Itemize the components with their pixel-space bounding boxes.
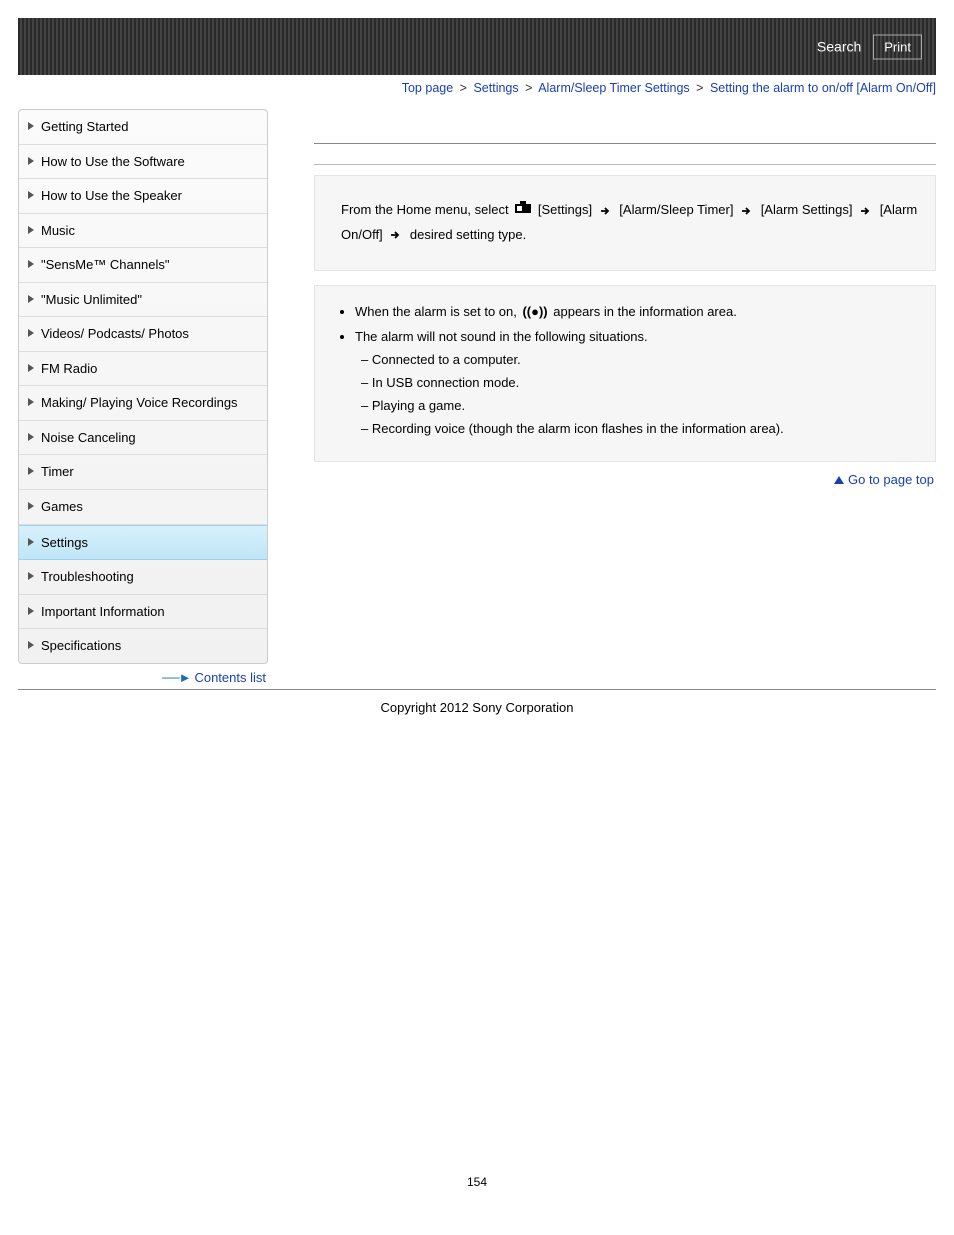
breadcrumb: Top page > Settings > Alarm/Sleep Timer …: [18, 75, 936, 109]
sidebar-item-label: "Music Unlimited": [41, 291, 142, 309]
sidebar-item-label: Making/ Playing Voice Recordings: [41, 394, 238, 412]
go-to-top-link[interactable]: Go to page top: [834, 472, 934, 487]
arrow-right-icon: [861, 206, 871, 216]
up-triangle-icon: [834, 476, 844, 484]
note-sub-item: In USB connection mode.: [361, 372, 915, 395]
chevron-right-icon: [27, 364, 41, 372]
note-sub-item: Recording voice (though the alarm icon f…: [361, 418, 915, 441]
breadcrumb-item[interactable]: Alarm/Sleep Timer Settings: [538, 81, 689, 95]
sidebar-item-label: Timer: [41, 463, 74, 481]
chevron-right-icon: [27, 502, 41, 510]
chevron-right-icon: [27, 295, 41, 303]
sidebar-item[interactable]: Making/ Playing Voice Recordings: [19, 386, 267, 420]
page-number: 154: [18, 755, 936, 1209]
arrow-right-icon: [742, 206, 752, 216]
sidebar-item[interactable]: Important Information: [19, 595, 267, 629]
top-bar: Search Print: [0, 0, 954, 75]
chevron-right-icon: [27, 641, 41, 649]
chevron-right-icon: [27, 467, 41, 475]
sidebar-item-label: "SensMe™ Channels": [41, 256, 169, 274]
breadcrumb-item[interactable]: Top page: [402, 81, 453, 95]
instruction-text: [Alarm Settings]: [761, 202, 856, 217]
breadcrumb-current: Setting the alarm to on/off [Alarm On/Of…: [710, 81, 936, 95]
sidebar-item[interactable]: Troubleshooting: [19, 560, 267, 594]
sidebar-item[interactable]: Timer: [19, 455, 267, 489]
settings-icon: [514, 198, 532, 223]
sidebar-item[interactable]: How to Use the Speaker: [19, 179, 267, 213]
search-link[interactable]: Search: [817, 39, 861, 55]
sidebar-item-label: Troubleshooting: [41, 568, 134, 586]
sidebar-item-label: Music: [41, 222, 75, 240]
sidebar-item[interactable]: Music: [19, 214, 267, 248]
chevron-right-icon: [27, 398, 41, 406]
sidebar-item-label: FM Radio: [41, 360, 97, 378]
sidebar-item-label: Important Information: [41, 603, 165, 621]
instruction-text: [Alarm/Sleep Timer]: [619, 202, 737, 217]
chevron-right-icon: [27, 433, 41, 441]
sidebar-item-label: Getting Started: [41, 118, 128, 136]
sidebar-item[interactable]: Noise Canceling: [19, 421, 267, 455]
notes-panel: When the alarm is set to on, ((●)) appea…: [314, 285, 936, 462]
sidebar-item-label: Games: [41, 498, 83, 516]
sidebar-item[interactable]: "Music Unlimited": [19, 283, 267, 317]
sidebar-item-label: Noise Canceling: [41, 429, 136, 447]
instruction-text: From the Home menu, select: [341, 202, 512, 217]
instruction-panel: From the Home menu, select [Settings] [A…: [314, 175, 936, 271]
sidebar-item-label: How to Use the Speaker: [41, 187, 182, 205]
chevron-right-icon: [27, 260, 41, 268]
sidebar-item[interactable]: Specifications: [19, 629, 267, 663]
sidebar-item-label: How to Use the Software: [41, 153, 185, 171]
arrow-right-icon: [391, 230, 401, 240]
chevron-right-icon: [27, 572, 41, 580]
contents-list-link[interactable]: ──►Contents list: [162, 670, 266, 685]
chevron-right-icon: [27, 191, 41, 199]
note-sub-item: Connected to a computer.: [361, 349, 915, 372]
chevron-right-icon: [27, 226, 41, 234]
divider: [314, 164, 936, 165]
sidebar-item[interactable]: Games: [19, 490, 267, 524]
sidebar-item-label: Videos/ Podcasts/ Photos: [41, 325, 189, 343]
chevron-right-icon: [27, 122, 41, 130]
arrow-right-icon: [601, 206, 611, 216]
sidebar-item-label: Settings: [41, 534, 88, 552]
chevron-right-icon: [27, 538, 41, 546]
copyright-text: Copyright 2012 Sony Corporation: [18, 690, 936, 755]
note-item: The alarm will not sound in the followin…: [355, 325, 915, 443]
chevron-right-icon: [27, 607, 41, 615]
instruction-text: desired setting type.: [410, 227, 526, 242]
note-item: When the alarm is set to on, ((●)) appea…: [355, 300, 915, 325]
chevron-right-icon: [27, 329, 41, 337]
sidebar-item[interactable]: FM Radio: [19, 352, 267, 386]
note-sub-item: Playing a game.: [361, 395, 915, 418]
sidebar-item[interactable]: Settings: [19, 526, 267, 560]
instruction-text: [Settings]: [538, 202, 596, 217]
sidebar-item[interactable]: Videos/ Podcasts/ Photos: [19, 317, 267, 351]
breadcrumb-item[interactable]: Settings: [473, 81, 518, 95]
sidebar-item-label: Specifications: [41, 637, 121, 655]
chevron-right-icon: [27, 157, 41, 165]
main-content: From the Home menu, select [Settings] [A…: [268, 109, 936, 487]
alarm-icon: ((●)): [522, 302, 547, 323]
divider: [314, 143, 936, 144]
sidebar-item[interactable]: Getting Started: [19, 110, 267, 144]
sidebar-item[interactable]: How to Use the Software: [19, 145, 267, 179]
sidebar-item[interactable]: "SensMe™ Channels": [19, 248, 267, 282]
print-button[interactable]: Print: [873, 34, 922, 59]
sidebar-nav: Getting Started How to Use the Software Ho…: [18, 109, 268, 685]
